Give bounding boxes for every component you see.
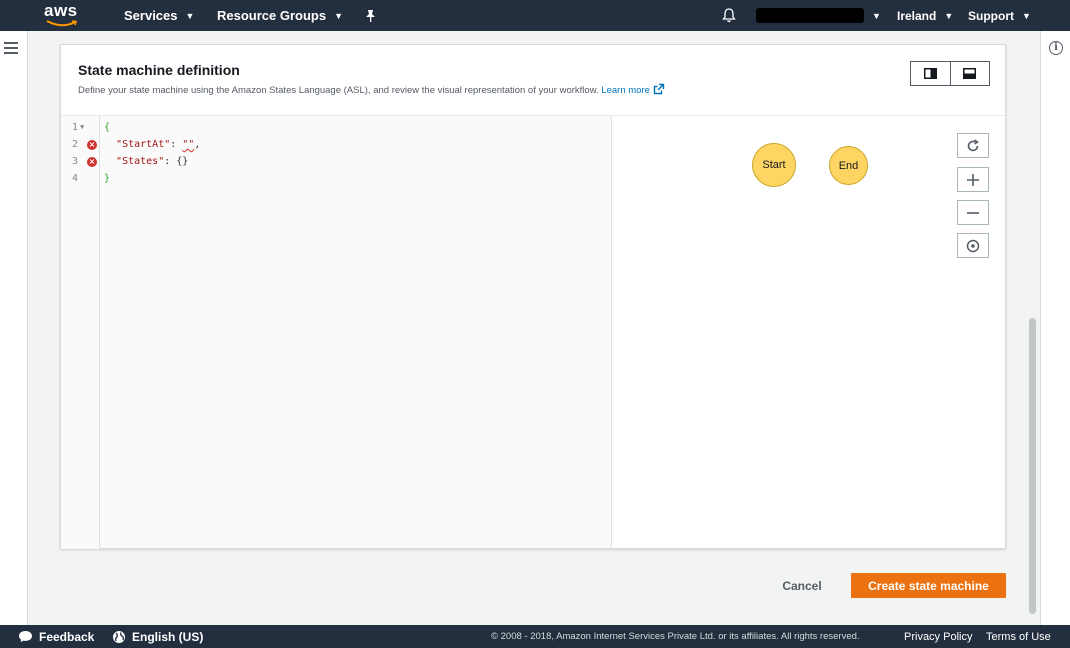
error-icon[interactable]: × <box>87 157 97 167</box>
region-label: Ireland <box>897 8 937 23</box>
chat-bubble-icon <box>19 631 32 643</box>
logo-smile-icon <box>46 20 78 27</box>
learn-more-label: Learn more <box>601 85 650 96</box>
support-label: Support <box>968 8 1014 23</box>
account-name-redacted <box>756 8 864 23</box>
pin-button[interactable] <box>365 0 376 31</box>
code-text: { <box>104 122 111 133</box>
fold-arrow-icon[interactable]: ▼ <box>80 119 84 136</box>
resource-groups-menu[interactable]: Resource Groups ▼ <box>217 0 343 31</box>
workflow-graph[interactable]: Start End <box>613 115 1005 548</box>
error-icon[interactable]: × <box>87 140 97 150</box>
logo-text: aws <box>44 1 78 20</box>
chevron-down-icon: ▼ <box>185 10 195 21</box>
bell-icon <box>722 8 736 23</box>
chevron-down-icon: ▼ <box>334 10 344 21</box>
terms-of-use-link[interactable]: Terms of Use <box>986 625 1051 648</box>
external-link-icon <box>653 83 665 95</box>
description-text: Define your state machine using the Amaz… <box>78 85 599 96</box>
split-vertical-icon <box>923 68 937 79</box>
code-line: 3 × "States": {} <box>61 153 612 170</box>
end-node-label: End <box>838 159 859 172</box>
center-graph-button[interactable] <box>957 233 989 258</box>
code-line: 2 × "StartAt": "", <box>61 136 612 153</box>
footer-bar: Feedback English (US) © 2008 - 2018, Ama… <box>0 625 1070 648</box>
services-menu[interactable]: Services ▼ <box>124 0 194 31</box>
aws-logo[interactable]: aws <box>44 1 80 29</box>
zoom-in-button[interactable] <box>957 167 989 192</box>
start-node[interactable]: Start <box>752 143 796 187</box>
line-number: 1 <box>71 122 78 133</box>
right-sidebar: i <box>1040 31 1070 625</box>
zoom-out-icon <box>967 211 979 214</box>
left-sidebar <box>0 31 28 625</box>
copyright-text: © 2008 - 2018, Amazon Internet Services … <box>491 631 860 642</box>
chevron-down-icon: ▼ <box>872 10 881 21</box>
menu-icon[interactable] <box>4 42 18 54</box>
page-scrollbar[interactable] <box>1029 318 1036 614</box>
line-number: 3 <box>71 156 78 167</box>
split-vertical-button[interactable] <box>911 62 950 85</box>
split-horizontal-button[interactable] <box>949 62 990 85</box>
pin-icon <box>366 10 375 22</box>
panel-description: Define your state machine using the Amaz… <box>78 83 665 96</box>
layout-toggle <box>910 61 990 86</box>
learn-more-link[interactable]: Learn more <box>601 83 665 96</box>
start-node-label: Start <box>762 159 786 171</box>
feedback-label: Feedback <box>39 629 95 644</box>
language-selector[interactable]: English (US) <box>112 625 203 648</box>
top-nav: aws Services ▼ Resource Groups ▼ ▼ Ireland… <box>0 0 1070 31</box>
definition-panel: State machine definition Define your sta… <box>60 44 1006 549</box>
create-state-machine-button[interactable]: Create state machine <box>851 573 1006 598</box>
code-line: 4 } <box>61 170 612 187</box>
panel-title: State machine definition <box>78 62 240 78</box>
services-label: Services <box>124 8 178 23</box>
notifications-button[interactable] <box>722 0 736 31</box>
chevron-down-icon: ▼ <box>1022 10 1031 21</box>
info-icon[interactable]: i <box>1049 41 1063 55</box>
resource-groups-label: Resource Groups <box>217 8 327 23</box>
support-menu[interactable]: Support ▼ <box>968 0 1031 31</box>
code-text: "StartAt": "", <box>116 139 201 150</box>
split-horizontal-icon <box>963 68 977 79</box>
line-number: 4 <box>71 173 78 184</box>
asl-code-editor[interactable]: 1 ▼ { 2 × "StartAt": "", 3 × "States": {… <box>61 115 612 549</box>
privacy-policy-link[interactable]: Privacy Policy <box>904 625 972 648</box>
account-menu[interactable]: ▼ <box>756 0 881 31</box>
code-text: } <box>104 173 111 184</box>
zoom-in-icon <box>967 173 979 186</box>
zoom-out-button[interactable] <box>957 200 989 225</box>
globe-icon <box>113 630 125 643</box>
chevron-down-icon: ▼ <box>944 10 954 21</box>
feedback-link[interactable]: Feedback <box>18 625 94 648</box>
region-menu[interactable]: Ireland ▼ <box>897 0 953 31</box>
refresh-graph-button[interactable] <box>957 133 989 158</box>
refresh-icon <box>967 138 979 151</box>
language-label: English (US) <box>132 629 204 644</box>
line-number: 2 <box>71 139 78 150</box>
center-icon <box>966 239 980 252</box>
code-text: "States": {} <box>116 156 189 167</box>
cancel-button[interactable]: Cancel <box>772 573 832 598</box>
code-line: 1 ▼ { <box>61 119 612 136</box>
end-node[interactable]: End <box>829 146 868 185</box>
